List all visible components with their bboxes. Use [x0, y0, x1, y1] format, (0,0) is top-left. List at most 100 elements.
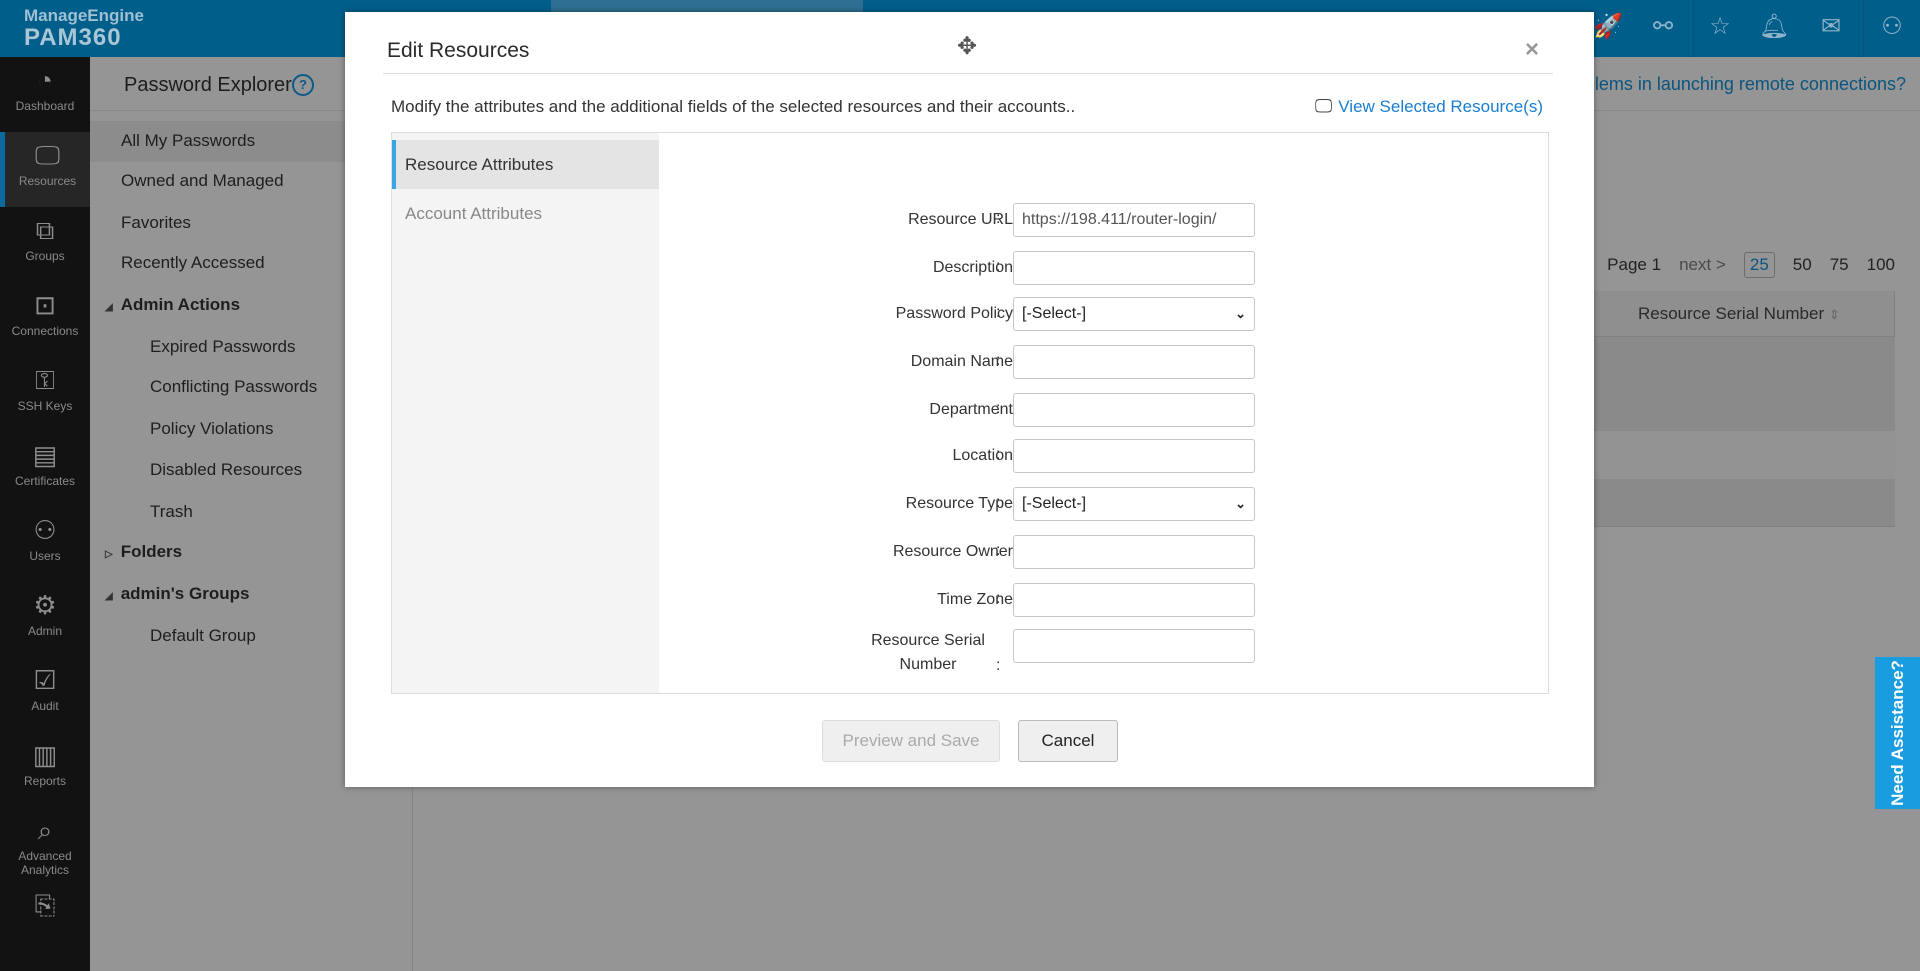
- domain-name-input[interactable]: [1013, 345, 1255, 379]
- sidebar-icon: ⊡: [34, 290, 56, 320]
- cancel-button[interactable]: Cancel: [1018, 720, 1118, 762]
- field-label: Description: [932, 259, 1013, 276]
- sidebar-item-admin[interactable]: ⚙ Admin: [0, 582, 90, 657]
- colon: :: [996, 258, 1001, 275]
- table-row[interactable]: [1560, 431, 1895, 479]
- resource-serial-number-input[interactable]: [1013, 629, 1255, 663]
- tab-resource-attributes[interactable]: Resource Attributes: [392, 140, 659, 189]
- collapsed-triangle-icon[interactable]: ▷: [105, 549, 113, 560]
- sidebar-item-users[interactable]: ⚇ Users: [0, 507, 90, 582]
- sidebar-item-resources[interactable]: 🖵 Resources: [0, 132, 90, 207]
- field-row-department: Department:: [659, 393, 1549, 429]
- sidebar-item-ssh-keys[interactable]: ⚿ SSH Keys: [0, 357, 90, 432]
- sidebar-label: Users: [29, 549, 61, 563]
- description-input[interactable]: [1013, 251, 1255, 285]
- preview-and-save-button[interactable]: Preview and Save: [822, 720, 1000, 762]
- table-row[interactable]: [1560, 337, 1895, 431]
- column-resource-serial-number[interactable]: Resource Serial Number ⇕: [1638, 304, 1840, 324]
- nav-policy-violations[interactable]: Policy Violations: [150, 419, 273, 439]
- field-label: Time Zone: [937, 591, 1013, 608]
- colon: :: [996, 590, 1001, 607]
- panel-title: Password Explorer: [124, 74, 292, 96]
- header-active-tab[interactable]: [551, 0, 863, 12]
- table-row[interactable]: [1560, 479, 1895, 527]
- colon: :: [996, 210, 1001, 227]
- sidebar-icon: ⎘: [34, 890, 56, 920]
- sidebar-item-certificates[interactable]: ▤ Certificates: [0, 432, 90, 507]
- location-input[interactable]: [1013, 439, 1255, 473]
- move-cursor-icon[interactable]: ✥: [957, 32, 977, 61]
- department-input[interactable]: [1013, 393, 1255, 427]
- help-icon[interactable]: ?: [292, 74, 314, 96]
- nav-label: Folders: [120, 542, 183, 561]
- colon: :: [996, 657, 1001, 674]
- sidebar-item-directory[interactable]: ⎘: [0, 882, 90, 957]
- nav-label: Admin Actions: [120, 295, 241, 314]
- field-row-description: Description:: [659, 251, 1549, 287]
- tab-account-attributes[interactable]: Account Attributes: [392, 189, 659, 238]
- header-divider: [1863, 0, 1864, 57]
- page-size-50[interactable]: 50: [1793, 255, 1812, 275]
- user-icon[interactable]: ⚇: [1872, 10, 1912, 44]
- view-selected-resources-link[interactable]: 🖵 View Selected Resource(s): [1315, 96, 1543, 117]
- sidebar-icon: ☑: [33, 665, 57, 695]
- expand-triangle-icon[interactable]: ◢: [105, 591, 113, 602]
- nav-expired-passwords[interactable]: Expired Passwords: [150, 337, 296, 357]
- nav-trash[interactable]: Trash: [150, 502, 193, 522]
- nav-owned-and-managed[interactable]: Owned and Managed: [121, 171, 284, 191]
- need-assistance-tab[interactable]: Need Assistance?: [1875, 657, 1920, 809]
- sidebar: ◔ Dashboard 🖵 Resources ⧉ Groups ⊡ Connections ⚿…: [0, 57, 90, 971]
- select-value: [-Select-]: [1022, 495, 1087, 512]
- resource-type-select[interactable]: [-Select-] ⌄: [1013, 487, 1255, 521]
- close-icon[interactable]: ×: [1525, 36, 1539, 64]
- link-icon[interactable]: ⚯: [1643, 10, 1683, 44]
- nav-folders[interactable]: ▷ Folders: [105, 542, 182, 562]
- colon: :: [996, 542, 1001, 559]
- nav-all-my-passwords[interactable]: All My Passwords: [121, 131, 255, 151]
- column-label: Resource Serial Number: [1638, 304, 1825, 323]
- next-page-link[interactable]: next >: [1679, 255, 1726, 275]
- sidebar-item-reports[interactable]: ▥ Reports: [0, 732, 90, 807]
- rocket-icon[interactable]: 🚀: [1588, 10, 1628, 44]
- sort-icon[interactable]: ⇕: [1829, 307, 1840, 322]
- remote-connection-help-link[interactable]: Problems in launching remote connections…: [1557, 74, 1906, 95]
- brand-logo: ManageEngine: [24, 6, 144, 25]
- sidebar-label: Audit: [31, 699, 59, 713]
- nav-admins-groups[interactable]: ◢ admin's Groups: [105, 584, 249, 604]
- field-label: Resource Serial Number: [871, 632, 985, 673]
- sidebar-label: Certificates: [14, 474, 76, 488]
- sidebar-item-audit[interactable]: ☑ Audit: [0, 657, 90, 732]
- expand-triangle-icon[interactable]: ◢: [105, 302, 113, 313]
- attributes-box: Resource Attributes Account Attributes R…: [391, 132, 1549, 694]
- chevron-down-icon: ⌄: [1235, 496, 1246, 511]
- resource-owner-input[interactable]: [1013, 535, 1255, 569]
- page-size-25[interactable]: 25: [1743, 252, 1775, 278]
- sidebar-item-advanced-analytics[interactable]: ⌕ Advanced Analytics: [0, 807, 90, 882]
- nav-admin-actions[interactable]: ◢ Admin Actions: [105, 295, 240, 315]
- nav-favorites[interactable]: Favorites: [121, 213, 191, 233]
- dialog-title: Edit Resources: [387, 39, 530, 62]
- attribute-tabs: Resource Attributes Account Attributes: [392, 133, 659, 693]
- time-zone-input[interactable]: [1013, 583, 1255, 617]
- nav-default-group[interactable]: Default Group: [150, 626, 256, 646]
- password-policy-select[interactable]: [-Select-] ⌄: [1013, 297, 1255, 331]
- mail-icon[interactable]: ✉: [1811, 10, 1851, 44]
- sidebar-label: SSH Keys: [17, 399, 73, 413]
- sidebar-item-groups[interactable]: ⧉ Groups: [0, 207, 90, 282]
- sidebar-item-connections[interactable]: ⊡ Connections: [0, 282, 90, 357]
- nav-recently-accessed[interactable]: Recently Accessed: [121, 253, 265, 273]
- pagination: Page 1 next > 25 50 75 100: [1607, 252, 1895, 278]
- sidebar-icon: ⚿: [35, 365, 55, 395]
- page-size-100[interactable]: 100: [1867, 255, 1895, 275]
- field-row-domain-name: Domain Name:: [659, 345, 1549, 381]
- sidebar-label: Advanced Analytics: [18, 849, 72, 877]
- resource-url-input[interactable]: https://198.411/router-login/: [1013, 203, 1255, 237]
- field-label: Department: [929, 401, 1013, 418]
- user-star-icon[interactable]: ☆: [1700, 10, 1740, 44]
- sidebar-item-dashboard[interactable]: ◔ Dashboard: [0, 57, 90, 132]
- nav-disabled-resources[interactable]: Disabled Resources: [150, 460, 302, 480]
- product-logo[interactable]: PAM360: [24, 24, 122, 52]
- nav-conflicting-passwords[interactable]: Conflicting Passwords: [150, 377, 317, 397]
- bell-icon[interactable]: 🔔︎: [1754, 10, 1794, 44]
- page-size-75[interactable]: 75: [1830, 255, 1849, 275]
